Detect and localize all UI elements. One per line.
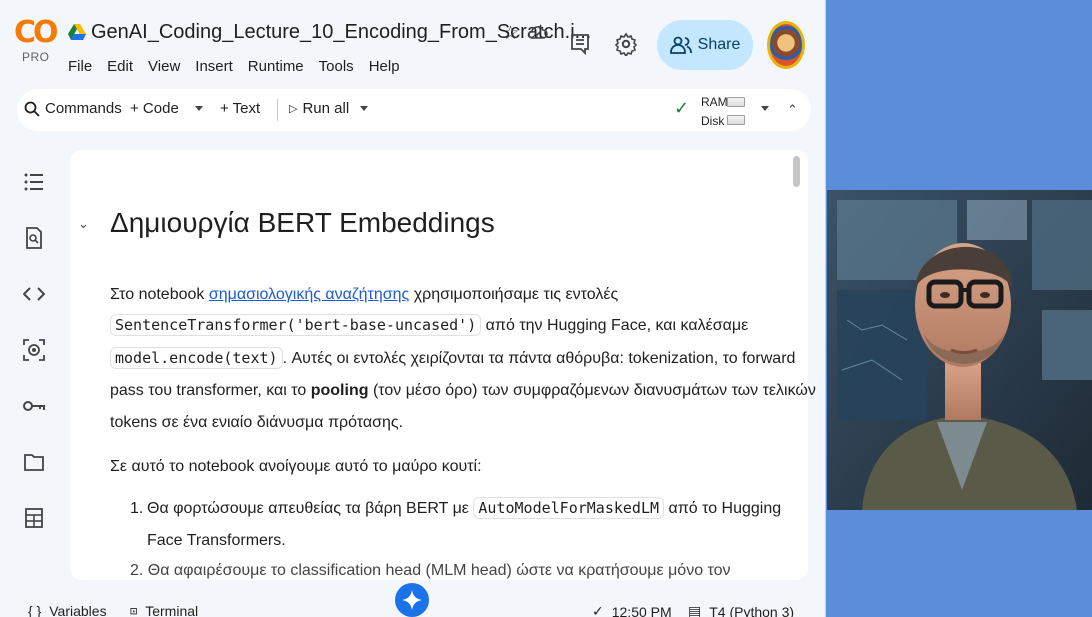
menu-bar: File Edit View Insert Runtime Tools Help xyxy=(68,58,415,75)
run-all-dropdown-icon[interactable] xyxy=(360,106,368,111)
google-drive-icon[interactable] xyxy=(68,24,86,40)
commands-button[interactable]: Commands xyxy=(24,100,122,117)
share-label: Share xyxy=(697,36,741,53)
runtime-status[interactable]: ▤ T4 (Python 3) xyxy=(688,603,794,617)
text-span: από το Hugging xyxy=(664,500,782,517)
list-item-line: Face Transformers. xyxy=(147,532,286,549)
list-item-partial: 2. Θα αφαιρέσουμε το classification head… xyxy=(130,562,731,579)
commands-label: Commands xyxy=(45,100,122,117)
menu-file[interactable]: File xyxy=(68,58,92,75)
inline-code: SentenceTransformer('bert-base-uncased') xyxy=(110,314,482,336)
secrets-key-icon[interactable] xyxy=(20,392,48,420)
runtime-dropdown-icon[interactable] xyxy=(761,106,769,111)
ram-label[interactable]: RAM xyxy=(701,95,728,109)
colab-window: CO PRO GenAI_Coding_Lecture_10_Encoding_… xyxy=(0,0,826,617)
add-text-label: + Text xyxy=(220,100,261,117)
text-span: χρησιμοποιήσαμε τις εντολές xyxy=(409,286,619,303)
comments-icon[interactable] xyxy=(569,33,591,55)
paragraph-line: pass του transformer, και το pooling (το… xyxy=(110,382,816,400)
menu-view[interactable]: View xyxy=(148,58,180,75)
add-code-label: + Code xyxy=(130,100,179,117)
time-label: 12:50 PM xyxy=(611,603,672,617)
data-table-icon[interactable] xyxy=(20,504,48,532)
text-span: από την Hugging Face, και καλέσαμε xyxy=(481,317,749,334)
runtime-label: T4 (Python 3) xyxy=(709,603,795,617)
inline-code: model.encode(text) xyxy=(110,347,283,369)
user-avatar[interactable] xyxy=(767,21,805,69)
terminal-button[interactable]: ⊡ Terminal xyxy=(130,603,198,617)
check-icon: ✓ xyxy=(592,603,604,617)
notebook-toolbar: Commands + Code + Text ▷ Run all ✓ RAM D… xyxy=(17,89,811,131)
menu-edit[interactable]: Edit xyxy=(107,58,133,75)
list-item-line: Θα φορτώσουμε απευθείας τα βάρη BERT με … xyxy=(147,497,782,519)
disk-usage-bar[interactable] xyxy=(727,115,745,125)
add-text-button[interactable]: + Text xyxy=(220,100,260,117)
add-code-button[interactable]: + Code xyxy=(130,100,179,117)
toolbar-divider xyxy=(277,99,278,121)
collapse-section-chevron-icon[interactable]: ⌄ xyxy=(78,216,89,232)
text-span: Θα φορτώσουμε απευθείας τα βάρη BERT με xyxy=(147,500,474,517)
paragraph-line: Στο notebook σημασιολογικής αναζήτησης χ… xyxy=(110,286,618,304)
menu-tools[interactable]: Tools xyxy=(319,58,354,75)
terminal-label: Terminal xyxy=(145,603,199,617)
variables-button[interactable]: { } Variables xyxy=(28,603,107,617)
share-button[interactable]: Share xyxy=(657,20,753,70)
connected-check-icon: ✓ xyxy=(674,98,690,118)
bold-text: pooling xyxy=(310,382,369,399)
colab-logo[interactable]: CO PRO xyxy=(14,15,58,70)
files-folder-icon[interactable] xyxy=(20,448,48,476)
braces-icon: { } xyxy=(28,603,42,617)
ram-usage-bar[interactable] xyxy=(727,97,745,107)
play-icon: ▷ xyxy=(289,103,298,115)
star-icon[interactable]: ☆ xyxy=(502,22,519,45)
variables-label: Variables xyxy=(49,603,107,617)
semantic-search-link[interactable]: σημασιολογικής αναζήτησης xyxy=(209,286,409,303)
settings-gear-icon[interactable] xyxy=(614,32,638,56)
code-snippets-icon[interactable] xyxy=(20,280,48,308)
people-icon xyxy=(669,36,692,54)
run-all-button[interactable]: ▷ Run all xyxy=(289,100,349,117)
gemini-sparkle-icon xyxy=(402,590,422,610)
webcam-video xyxy=(827,190,1092,510)
toc-icon[interactable] xyxy=(20,168,48,196)
text-span: . Αυτές οι εντολές χειρίζονται τα πάντα … xyxy=(282,350,796,367)
disk-label[interactable]: Disk xyxy=(701,114,724,128)
section-heading: Δημιουργία BERT Embeddings xyxy=(110,207,495,238)
paragraph-line: Σε αυτό το notebook ανοίγουμε αυτό το μα… xyxy=(110,458,482,475)
run-all-label: Run all xyxy=(302,100,350,117)
list-number: 1. xyxy=(130,500,144,517)
add-code-dropdown-icon[interactable] xyxy=(195,106,203,111)
pro-badge: PRO xyxy=(22,50,50,64)
paragraph-line: tokens σε ένα ενιαίο διάνυσμα πρότασης. xyxy=(110,414,404,431)
gpu-chip-icon: ▤ xyxy=(688,603,702,617)
paragraph-line: SentenceTransformer('bert-base-uncased')… xyxy=(110,314,749,336)
cloud-saved-icon[interactable] xyxy=(528,23,548,41)
gemini-button[interactable] xyxy=(395,583,429,617)
menu-insert[interactable]: Insert xyxy=(195,58,233,75)
colab-logo-text: CO xyxy=(14,15,58,50)
paragraph-line: model.encode(text). Αυτές οι εντολές χει… xyxy=(110,347,796,369)
presenter-video-frame xyxy=(827,190,1092,510)
terminal-icon: ⊡ xyxy=(130,604,138,617)
chevron-up-icon[interactable]: ⌃ xyxy=(787,102,798,118)
text-span: pass του transformer, και το xyxy=(110,382,311,399)
search-icon xyxy=(24,101,40,117)
text-span: Στο notebook xyxy=(110,286,209,303)
find-icon[interactable] xyxy=(20,224,48,252)
inline-code: AutoModelForMaskedLM xyxy=(473,497,665,519)
text-span: (τον μέσο όρο) των συμφραζόμενων διανυσμ… xyxy=(368,382,816,399)
menu-runtime[interactable]: Runtime xyxy=(248,58,304,75)
variables-inspector-icon[interactable] xyxy=(20,336,48,364)
scrollbar-thumb[interactable] xyxy=(793,156,800,187)
last-run-time[interactable]: ✓ 12:50 PM xyxy=(592,603,672,617)
menu-help[interactable]: Help xyxy=(369,58,400,75)
